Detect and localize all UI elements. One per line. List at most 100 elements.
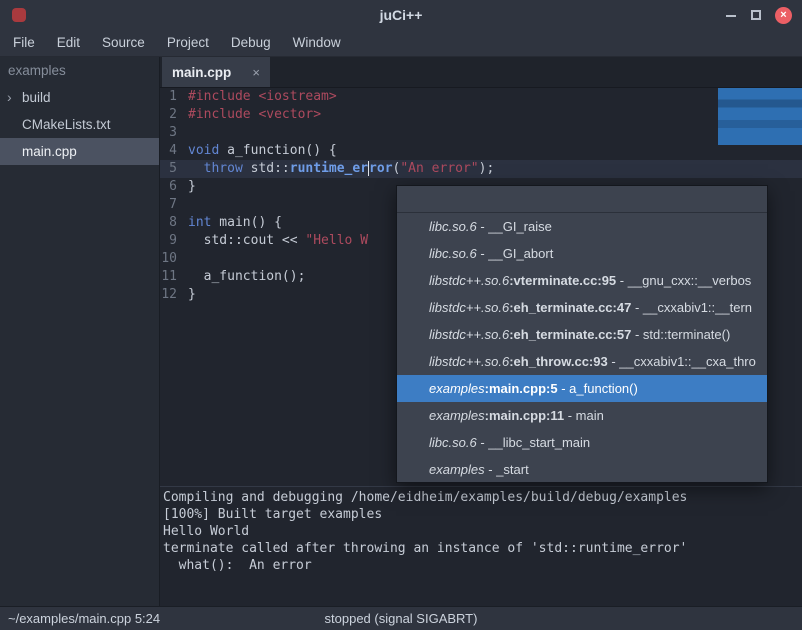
line-number: 9 (160, 232, 186, 250)
line-number: 1 (160, 88, 186, 106)
code-text (186, 124, 188, 142)
line-number: 8 (160, 214, 186, 232)
backtrace-row[interactable]: examples:main.cpp:5 - a_function() (397, 375, 767, 402)
window-title: juCi++ (380, 7, 423, 23)
scroll-preview (718, 88, 802, 145)
backtrace-row[interactable]: libstdc++.so.6:eh_terminate.cc:57 - std:… (397, 321, 767, 348)
backtrace-location: :main.cpp:11 (485, 408, 564, 423)
line-number: 3 (160, 124, 186, 142)
code-token: std::cout << (188, 233, 305, 248)
code-line[interactable]: 3 (160, 124, 802, 142)
code-text: a_function(); (186, 268, 305, 286)
line-number: 4 (160, 142, 186, 160)
terminal-text: Compiling and debugging /home/eidheim/ex… (163, 489, 799, 574)
tree-item-cmakelists-txt[interactable]: CMakeLists.txt (0, 111, 159, 138)
backtrace-symbol: - main (564, 408, 604, 423)
app-icon (12, 8, 26, 22)
output-terminal[interactable]: Compiling and debugging /home/eidheim/ex… (160, 486, 802, 606)
backtrace-symbol: - a_function() (558, 381, 638, 396)
terminal-line: Compiling and debugging /home/eidheim/ex… (163, 489, 799, 506)
backtrace-location: :vterminate.cc:95 (509, 273, 616, 288)
backtrace-row[interactable]: examples - _start (397, 456, 767, 483)
chevron-right-icon[interactable]: › (7, 84, 12, 111)
code-text: } (186, 286, 196, 304)
code-text (186, 196, 188, 214)
file-tree-panel: examples › build CMakeLists.txt main.cpp (0, 57, 160, 606)
tab-close-icon[interactable]: × (252, 65, 260, 80)
backtrace-row[interactable]: libstdc++.so.6:eh_terminate.cc:47 - __cx… (397, 294, 767, 321)
code-token: void (188, 143, 219, 158)
popup-header (397, 186, 767, 213)
backtrace-list: libc.so.6 - __GI_raiselibc.so.6 - __GI_a… (397, 213, 767, 483)
code-token: std:: (243, 161, 290, 176)
code-token: "An error" (400, 161, 478, 176)
code-token: ror (369, 161, 392, 176)
backtrace-location: :eh_throw.cc:93 (509, 354, 608, 369)
backtrace-module: examples (429, 381, 485, 396)
code-token: runtime_er (290, 161, 368, 176)
backtrace-module: libc.so.6 (429, 219, 477, 234)
backtrace-module: libc.so.6 (429, 435, 477, 450)
menu-debug[interactable]: Debug (220, 30, 282, 57)
tab-main-cpp[interactable]: main.cpp × (162, 57, 270, 87)
code-text: #include <vector> (186, 106, 321, 124)
backtrace-module: libstdc++.so.6 (429, 273, 509, 288)
code-token (188, 161, 204, 176)
backtrace-location: :eh_terminate.cc:57 (509, 327, 631, 342)
terminal-line: Hello World (163, 523, 799, 540)
code-token: "Hello W (305, 233, 368, 248)
line-number: 11 (160, 268, 186, 286)
backtrace-row[interactable]: examples:main.cpp:11 - main (397, 402, 767, 429)
terminal-line: what(): An error (163, 557, 799, 574)
line-number: 10 (160, 250, 186, 268)
code-token: a_function() { (219, 143, 336, 158)
line-number: 6 (160, 178, 186, 196)
backtrace-row[interactable]: libc.so.6 - __libc_start_main (397, 429, 767, 456)
backtrace-row[interactable]: libstdc++.so.6:vterminate.cc:95 - __gnu_… (397, 267, 767, 294)
menu-window[interactable]: Window (282, 30, 352, 57)
backtrace-symbol: - __libc_start_main (477, 435, 590, 450)
minimize-icon[interactable] (725, 9, 737, 21)
menu-project[interactable]: Project (156, 30, 220, 57)
code-token: int (188, 215, 211, 230)
backtrace-row[interactable]: libstdc++.so.6:eh_throw.cc:93 - __cxxabi… (397, 348, 767, 375)
line-number: 2 (160, 106, 186, 124)
tree-item-label: CMakeLists.txt (22, 117, 111, 132)
code-token: #include <vector> (188, 107, 321, 122)
tab-bar: main.cpp × (160, 57, 802, 88)
terminal-line: [100%] Built target examples (163, 506, 799, 523)
backtrace-symbol: - __gnu_cxx::__verbos (616, 273, 751, 288)
code-line[interactable]: 2#include <vector> (160, 106, 802, 124)
code-text (186, 250, 188, 268)
restore-icon[interactable] (751, 10, 761, 20)
menu-file[interactable]: File (2, 30, 46, 57)
tree-item-label: main.cpp (22, 144, 77, 159)
code-text: #include <iostream> (186, 88, 337, 106)
window-controls: × (725, 0, 792, 30)
tree-item-main-cpp[interactable]: main.cpp (0, 138, 159, 165)
code-line[interactable]: 4void a_function() { (160, 142, 802, 160)
project-root-label: examples (0, 57, 159, 84)
backtrace-symbol: - __GI_abort (477, 246, 554, 261)
code-token: main() { (211, 215, 281, 230)
terminal-line: terminate called after throwing an insta… (163, 540, 799, 557)
tree-item-build[interactable]: › build (0, 84, 159, 111)
backtrace-row[interactable]: libc.so.6 - __GI_raise (397, 213, 767, 240)
line-number: 12 (160, 286, 186, 304)
menu-bar: FileEditSourceProjectDebugWindow (0, 30, 802, 57)
backtrace-symbol: - __GI_raise (477, 219, 552, 234)
code-text: int main() { (186, 214, 282, 232)
backtrace-popup: libc.so.6 - __GI_raiselibc.so.6 - __GI_a… (396, 185, 768, 483)
code-token: throw (204, 161, 243, 176)
backtrace-row[interactable]: libc.so.6 - __GI_abort (397, 240, 767, 267)
tree-item-label: build (22, 90, 51, 105)
backtrace-location: :main.cpp:5 (485, 381, 558, 396)
code-line[interactable]: 5 throw std::runtime_error("An error"); (160, 160, 802, 178)
menu-source[interactable]: Source (91, 30, 156, 57)
file-tree: › build CMakeLists.txt main.cpp (0, 84, 159, 165)
code-text: throw std::runtime_error("An error"); (186, 160, 494, 178)
backtrace-module: libc.so.6 (429, 246, 477, 261)
close-icon[interactable]: × (775, 7, 792, 24)
menu-edit[interactable]: Edit (46, 30, 91, 57)
code-line[interactable]: 1#include <iostream> (160, 88, 802, 106)
